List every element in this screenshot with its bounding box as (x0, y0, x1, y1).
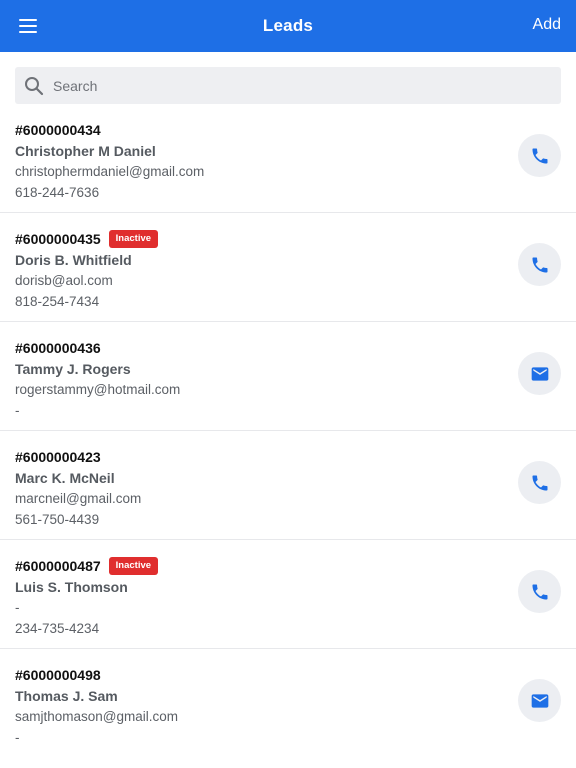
lead-name: Tammy J. Rogers (15, 361, 131, 377)
call-button[interactable] (518, 134, 561, 177)
lead-id-line: #6000000436 (15, 338, 180, 358)
leads-list: #6000000434 Christopher M Daniel christo… (0, 104, 576, 758)
email-button[interactable] (518, 679, 561, 722)
lead-phone: 234-735-4234 (15, 621, 100, 636)
lead-id: #6000000487 (15, 558, 101, 574)
lead-email: christophermdaniel@gmail.com (15, 164, 205, 179)
menu-button[interactable] (12, 10, 44, 42)
lead-info: #6000000487 Inactive Luis S. Thomson - 2… (15, 556, 159, 639)
app-bar: Leads Add (0, 0, 576, 52)
lead-info: #6000000423 Marc K. McNeil marcneil@gmai… (15, 447, 141, 530)
call-button[interactable] (518, 570, 561, 613)
hamburger-menu-icon (19, 19, 37, 33)
lead-info: #6000000498 Thomas J. Sam samjthomason@g… (15, 665, 178, 748)
lead-phone: 818-254-7434 (15, 294, 100, 309)
lead-id: #6000000435 (15, 231, 101, 247)
add-lead-button[interactable]: Add (533, 16, 561, 34)
lead-id: #6000000436 (15, 340, 101, 356)
lead-email: samjthomason@gmail.com (15, 709, 179, 724)
phone-icon (532, 584, 547, 599)
lead-phone: 618-244-7636 (15, 185, 100, 200)
lead-email: dorisb@aol.com (15, 273, 113, 288)
inactive-status-badge: Inactive (108, 230, 159, 248)
phone-icon (532, 148, 547, 163)
lead-name: Christopher M Daniel (15, 143, 156, 159)
lead-name: Thomas J. Sam (15, 688, 118, 704)
call-button[interactable] (518, 461, 561, 504)
lead-row[interactable]: #6000000498 Thomas J. Sam samjthomason@g… (0, 649, 576, 758)
lead-info: #6000000434 Christopher M Daniel christo… (15, 120, 204, 203)
search-icon (25, 76, 44, 95)
lead-row[interactable]: #6000000434 Christopher M Daniel christo… (0, 104, 576, 213)
inactive-status-badge: Inactive (108, 557, 159, 575)
email-button[interactable] (518, 352, 561, 395)
mail-icon (531, 693, 548, 708)
search-input[interactable] (53, 70, 533, 101)
search-bar[interactable] (15, 67, 561, 104)
mail-icon (531, 366, 548, 381)
lead-id-line: #6000000487 Inactive (15, 556, 159, 576)
lead-row[interactable]: #6000000436 Tammy J. Rogers rogerstammy@… (0, 322, 576, 431)
call-button[interactable] (518, 243, 561, 286)
lead-row[interactable]: #6000000435 Inactive Doris B. Whitfield … (0, 213, 576, 322)
lead-email: marcneil@gmail.com (15, 491, 142, 506)
lead-id: #6000000423 (15, 449, 101, 465)
lead-id: #6000000498 (15, 667, 101, 683)
lead-name: Marc K. McNeil (15, 470, 115, 486)
page-title: Leads (262, 16, 314, 35)
phone-icon (532, 257, 547, 272)
lead-phone: - (15, 730, 20, 745)
phone-icon (532, 475, 547, 490)
lead-id: #6000000434 (15, 122, 101, 138)
lead-phone: - (15, 403, 20, 418)
lead-row[interactable]: #6000000487 Inactive Luis S. Thomson - 2… (0, 540, 576, 649)
lead-email: rogerstammy@hotmail.com (15, 382, 181, 397)
lead-name: Luis S. Thomson (15, 579, 128, 595)
lead-info: #6000000435 Inactive Doris B. Whitfield … (15, 229, 159, 312)
lead-name: Doris B. Whitfield (15, 252, 132, 268)
lead-id-line: #6000000498 (15, 665, 178, 685)
lead-info: #6000000436 Tammy J. Rogers rogerstammy@… (15, 338, 180, 421)
lead-row[interactable]: #6000000423 Marc K. McNeil marcneil@gmai… (0, 431, 576, 540)
lead-email: - (15, 600, 20, 615)
lead-id-line: #6000000435 Inactive (15, 229, 159, 249)
lead-phone: 561-750-4439 (15, 512, 100, 527)
lead-id-line: #6000000434 (15, 120, 204, 140)
lead-id-line: #6000000423 (15, 447, 141, 467)
